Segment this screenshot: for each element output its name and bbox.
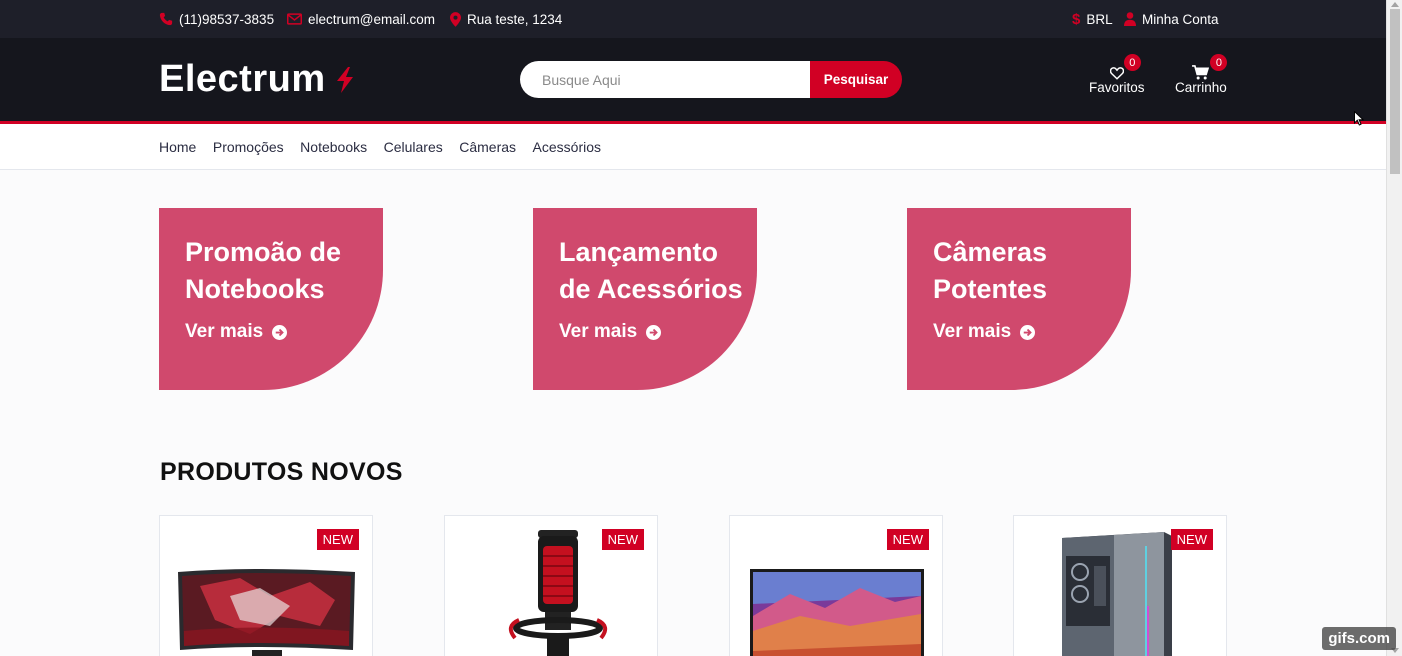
- banner-cta-text: Ver mais: [933, 321, 1012, 342]
- dollar-icon: $: [1072, 10, 1081, 28]
- envelope-icon: [287, 13, 302, 25]
- lightning-icon: [336, 66, 353, 93]
- nav-item-cameras[interactable]: Câmeras: [459, 139, 516, 155]
- watermark: gifs.com: [1322, 627, 1396, 650]
- address-link[interactable]: Rua teste, 1234: [450, 0, 562, 38]
- banner-acessorios[interactable]: Lançamento de Acessórios Ver mais: [533, 208, 757, 390]
- product-card[interactable]: NEW: [159, 515, 373, 656]
- wishlist-label: Favoritos: [1089, 80, 1145, 95]
- product-card[interactable]: NEW: [444, 515, 658, 656]
- banner-title-line1: Promoão de: [185, 237, 342, 267]
- new-badge: NEW: [886, 529, 929, 550]
- nav-item-promocoes[interactable]: Promoções: [213, 139, 284, 155]
- banner-title-line1: Lançamento: [559, 237, 719, 267]
- address-text: Rua teste, 1234: [467, 11, 563, 27]
- scroll-thumb[interactable]: [1390, 9, 1400, 174]
- banner-cta[interactable]: Ver mais: [185, 321, 288, 343]
- nav-item-acessorios[interactable]: Acessórios: [533, 139, 601, 155]
- main-header: Electrum Pesquisar 0 Favoritos 0 Carrinh…: [0, 38, 1386, 124]
- phone-link[interactable]: (11)98537-3835: [159, 0, 274, 38]
- product-card[interactable]: NEW: [729, 515, 943, 656]
- mouse-cursor-icon: [1354, 111, 1364, 126]
- banner-cta-text: Ver mais: [559, 321, 638, 342]
- product-card[interactable]: NEW: [1013, 515, 1227, 656]
- cart-link[interactable]: 0 Carrinho: [1175, 54, 1228, 95]
- cart-count: 0: [1210, 54, 1228, 71]
- nav-item-home[interactable]: Home: [159, 139, 196, 155]
- new-badge: NEW: [1170, 529, 1213, 550]
- scroll-up-arrow-icon[interactable]: [1391, 2, 1399, 7]
- phone-icon: [159, 12, 173, 26]
- banner-title: Promoão de Notebooks: [185, 234, 383, 308]
- currency-link[interactable]: $ BRL: [1072, 0, 1113, 38]
- wishlist-link[interactable]: 0 Favoritos: [1089, 54, 1145, 95]
- search-form: Pesquisar: [520, 61, 902, 98]
- cart-icon: [1192, 65, 1210, 80]
- banner-cta[interactable]: Ver mais: [559, 321, 662, 343]
- cart-icon-wrap: 0: [1192, 54, 1228, 80]
- top-bar: (11)98537-3835 electrum@email.com Rua te…: [0, 0, 1386, 38]
- banner-title-line1: Câmeras: [933, 237, 1048, 267]
- section-title: PRODUTOS NOVOS: [160, 458, 403, 486]
- cart-label: Carrinho: [1175, 80, 1227, 95]
- arrow-circle-right-icon: [1020, 324, 1036, 340]
- new-badge: NEW: [601, 529, 644, 550]
- email-text: electrum@email.com: [308, 11, 435, 27]
- user-icon: [1124, 12, 1136, 26]
- currency-text: BRL: [1086, 11, 1113, 27]
- new-badge: NEW: [316, 529, 359, 550]
- banner-title-line2: Potentes: [933, 274, 1048, 304]
- wishlist-icon-wrap: 0: [1109, 54, 1141, 80]
- arrow-circle-right-icon: [272, 324, 288, 340]
- banner-cta-text: Ver mais: [185, 321, 264, 342]
- banner-cta[interactable]: Ver mais: [933, 321, 1036, 343]
- map-marker-icon: [450, 11, 461, 27]
- arrow-circle-right-icon: [646, 324, 662, 340]
- banner-title: Câmeras Potentes: [933, 234, 1131, 308]
- banner-title: Lançamento de Acessórios: [559, 234, 757, 308]
- logo-text: Electrum: [159, 58, 326, 100]
- banner-cameras[interactable]: Câmeras Potentes Ver mais: [907, 208, 1131, 390]
- account-link[interactable]: Minha Conta: [1124, 0, 1219, 38]
- main-navigation: Home Promoções Notebooks Celulares Câmer…: [0, 124, 1386, 170]
- logo[interactable]: Electrum: [159, 58, 356, 101]
- phone-text: (11)98537-3835: [179, 11, 275, 27]
- banner-notebooks[interactable]: Promoão de Notebooks Ver mais: [159, 208, 383, 390]
- wishlist-count: 0: [1123, 54, 1141, 71]
- page-scrollbar[interactable]: [1386, 0, 1402, 656]
- search-button[interactable]: Pesquisar: [810, 61, 902, 98]
- heart-icon: [1109, 67, 1124, 80]
- account-text: Minha Conta: [1142, 11, 1219, 27]
- nav-item-celulares[interactable]: Celulares: [384, 139, 443, 155]
- email-link[interactable]: electrum@email.com: [287, 0, 435, 38]
- banner-title-line2: de Acessórios: [559, 274, 743, 304]
- nav-item-notebooks[interactable]: Notebooks: [300, 139, 367, 155]
- search-input[interactable]: [520, 61, 810, 98]
- banner-title-line2: Notebooks: [185, 274, 325, 304]
